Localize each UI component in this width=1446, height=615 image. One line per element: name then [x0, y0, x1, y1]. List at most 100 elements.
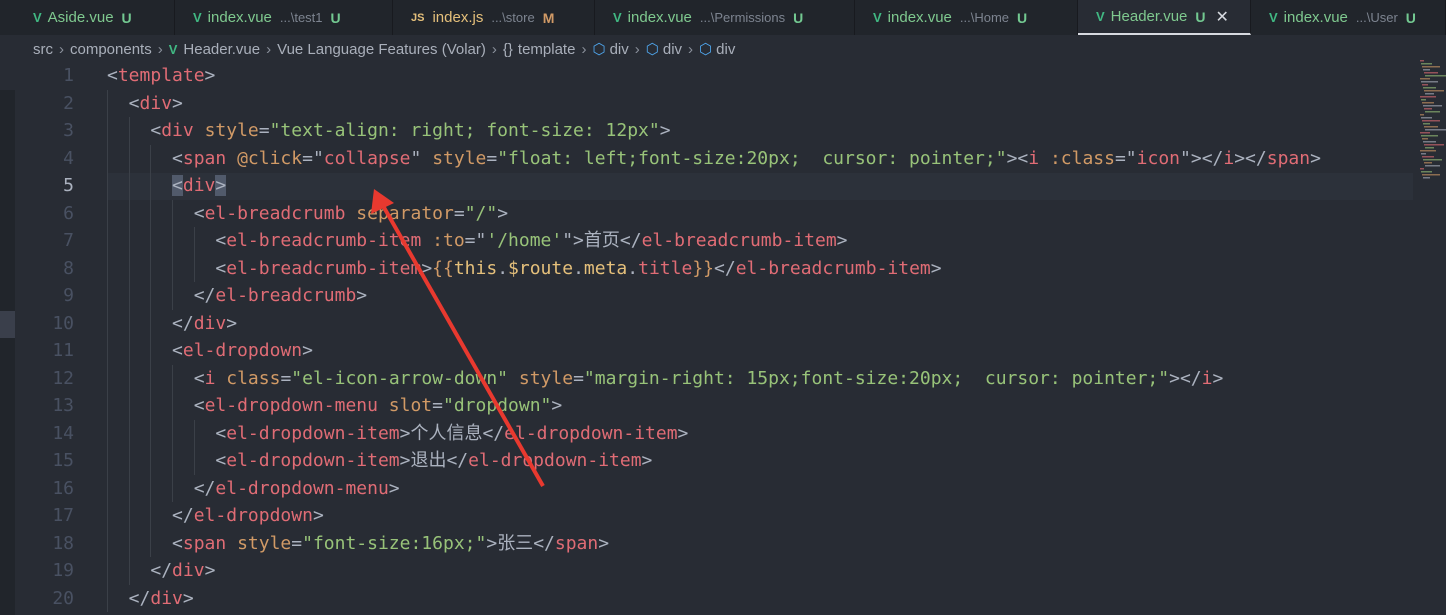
code-line[interactable]: <el-breadcrumb separator="/"> [194, 200, 508, 228]
code-token: </ [533, 532, 555, 554]
code-token: < [150, 120, 162, 141]
code-token: :class [1049, 147, 1115, 169]
code-token: = [573, 367, 584, 389]
indent-guide [150, 529, 152, 557]
code-token: i [1201, 367, 1213, 389]
tab-label: index.vue [887, 9, 952, 26]
tab-index-vue[interactable]: Vindex.vue ...\test1 U [175, 0, 393, 35]
minimap-line [1421, 135, 1438, 137]
code-token: span [1266, 147, 1311, 169]
indent-guide [172, 227, 174, 255]
minimap-line [1424, 126, 1438, 128]
code-token: div [150, 587, 183, 609]
code-line[interactable]: <el-breadcrumb-item>{{this.$route.meta.t… [215, 255, 941, 283]
indent-guide [172, 447, 174, 475]
code-token: span [182, 147, 227, 169]
cube-icon: ⬡ [592, 41, 606, 58]
code-token: < [215, 257, 227, 279]
code-line[interactable]: <i class="el-icon-arrow-down" style="mar… [194, 365, 1224, 393]
code-line[interactable]: <div> [129, 90, 183, 118]
breadcrumb-div[interactable]: div [610, 41, 629, 58]
code-line[interactable]: <span @click="collapse" style="float: le… [172, 145, 1321, 173]
code-line[interactable]: <el-breadcrumb-item :to="'/home'">首页</el… [215, 227, 847, 255]
tab-label: Aside.vue [47, 9, 114, 26]
code-line[interactable]: </el-dropdown> [172, 502, 324, 530]
indent-guide [107, 282, 108, 310]
breadcrumb-file[interactable]: Header.vue [183, 41, 260, 58]
code-token: div [182, 175, 216, 196]
code-token: ></ [1169, 367, 1202, 389]
code-line[interactable]: </div> [172, 310, 237, 338]
minimap-line [1420, 168, 1424, 170]
breadcrumb-components[interactable]: components [70, 41, 152, 58]
indent-guide [107, 254, 108, 282]
code-line[interactable]: </el-dropdown-menu> [194, 475, 400, 503]
tab-index-vue[interactable]: Vindex.vue ...\User U [1251, 0, 1446, 35]
code-line[interactable]: <el-dropdown-item>个人信息</el-dropdown-item… [215, 420, 688, 448]
tab-label: index.vue [207, 9, 272, 26]
code-token: > [1310, 147, 1321, 169]
chevron-right-icon: › [688, 40, 694, 58]
indent-guide [107, 172, 108, 200]
tab-path: ...\store [491, 10, 535, 25]
breadcrumb-language[interactable]: Vue Language Features (Volar) [277, 41, 486, 58]
indent-guide [193, 254, 195, 282]
code-token: slot [388, 395, 433, 416]
tab-aside-vue[interactable]: V Aside.vue U [15, 0, 175, 35]
code-token: el-dropdown-menu [215, 477, 389, 499]
tab-status: U [793, 9, 804, 26]
close-icon[interactable]: ✕ [1216, 7, 1229, 27]
indent-guide [107, 584, 108, 612]
code-token: = [432, 395, 443, 416]
code-line[interactable]: <el-dropdown-item>退出</el-dropdown-item> [215, 447, 652, 475]
code-line[interactable]: <el-dropdown-menu slot="dropdown"> [194, 392, 563, 420]
indent-guide [150, 144, 152, 172]
tab-index-vue[interactable]: Vindex.vue ...\Permissions U [595, 0, 855, 35]
indent-guide [150, 337, 152, 365]
code-line[interactable]: <div style="text-align: right; font-size… [150, 117, 670, 145]
code-token: $route [508, 257, 574, 279]
line-number: 8 [63, 257, 74, 279]
code-token: > [1212, 367, 1224, 389]
code-line[interactable]: </div> [150, 557, 215, 585]
line-number: 10 [52, 312, 74, 334]
code-token: < [193, 395, 205, 416]
breadcrumb-src[interactable]: src [33, 41, 53, 58]
code-token: 首页 [583, 230, 620, 251]
code-token: > [930, 257, 942, 279]
code-token: title [638, 257, 693, 279]
code-token: </ [619, 230, 642, 251]
minimap-line [1424, 144, 1444, 146]
code-token: "></ [1180, 147, 1224, 169]
code-line[interactable]: <template> [107, 62, 215, 90]
code-line[interactable]: <el-dropdown> [172, 337, 313, 365]
line-number: 19 [52, 560, 74, 581]
tab-header-vue[interactable]: V Header.vue U ✕ [1078, 0, 1251, 35]
vue-icon: V [1096, 9, 1105, 24]
breadcrumb-div[interactable]: div [716, 41, 735, 58]
breadcrumb-template[interactable]: template [518, 41, 576, 58]
tab-index-js[interactable]: JS index.js ...\store M [393, 0, 595, 35]
code-line[interactable]: </div> [129, 585, 194, 613]
code-line[interactable]: <span style="font-size:16px;">张三</span> [172, 530, 609, 558]
gutter-marker [0, 311, 15, 338]
minimap[interactable] [1418, 60, 1446, 180]
minimap-line [1425, 93, 1434, 95]
breadcrumb-div[interactable]: div [663, 41, 682, 58]
code-token: > [399, 450, 411, 471]
minimap-line [1424, 72, 1438, 74]
code-token: "/" [464, 202, 498, 224]
indent-guide [107, 419, 108, 447]
minimap-line [1421, 117, 1432, 119]
code-line[interactable]: </el-breadcrumb> [194, 282, 367, 310]
tab-index-vue[interactable]: Vindex.vue ...\Home U [855, 0, 1078, 35]
code-token: > [399, 422, 411, 444]
code-line[interactable]: <div> [172, 172, 227, 200]
code-token: < [107, 65, 118, 86]
indent-guide [150, 254, 152, 282]
code-token: "text-align: right; font-size: 12px" [269, 120, 660, 141]
